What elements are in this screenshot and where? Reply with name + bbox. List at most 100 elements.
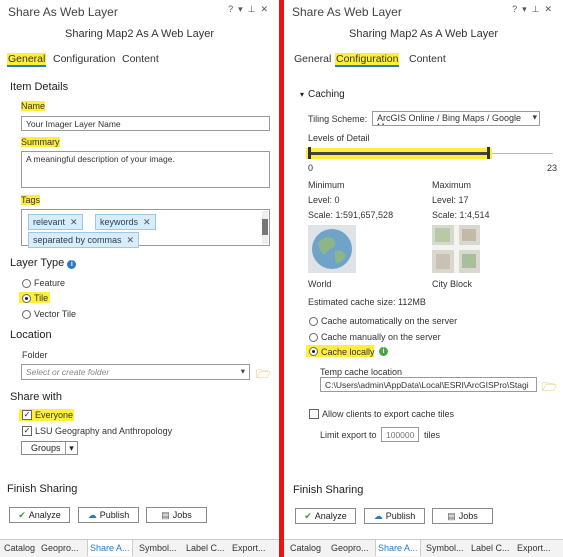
radio-vector-tile[interactable] [22,310,31,319]
jobs-button[interactable]: ▤ Jobs [146,507,207,523]
groups-button[interactable]: Groups ▾ [21,441,78,455]
bottom-tab-bar: Catalog Geopro... Share A... Symbol... L… [0,539,279,557]
remove-tag-icon[interactable]: ✕ [143,217,151,227]
maximum-level: Level: 17 [432,195,469,205]
maximum-scale: Scale: 1:4,514 [432,210,490,220]
tiling-scheme-value: ArcGIS Online / Bing Maps / Google Ma [377,113,522,126]
summary-input[interactable]: A meaningful description of your image. [21,151,270,188]
levels-slider[interactable] [306,147,553,162]
bottom-tab-catalog[interactable]: Catalog [290,543,321,553]
name-label: Name [21,101,46,111]
bottom-tab-geoprocessing[interactable]: Geopro... [331,543,369,553]
tab-configuration[interactable]: Configuration [52,53,116,65]
temp-cache-input[interactable]: C:\Users\admin\AppData\Local\ESRI\ArcGIS… [320,377,537,392]
left-pane: Share As Web Layer ?▾⊥✕ Sharing Map2 As … [0,0,280,557]
analyze-button[interactable]: ✔ Analyze [9,507,70,523]
cloud-icon: ☁ [87,509,97,520]
publish-button[interactable]: ☁ Publish [78,507,139,523]
tiling-scheme-select[interactable]: ArcGIS Online / Bing Maps / Google Ma ▾ [372,111,540,126]
bottom-tab-geoprocessing[interactable]: Geopro... [41,543,79,553]
bottom-tab-export[interactable]: Export... [517,543,551,553]
name-input[interactable]: Your Imager Layer Name [21,116,270,131]
tag-label: keywords [100,217,139,227]
everyone-checkbox[interactable]: ✓ [22,410,32,420]
jobs-button[interactable]: ▤ Jobs [432,508,493,524]
bottom-tab-catalog[interactable]: Catalog [4,543,35,553]
slider-min-label: 0 [308,163,314,173]
right-pane: Share As Web Layer ?▾⊥✕ Sharing Map2 As … [284,0,563,557]
menu-icon[interactable]: ▾ [238,4,248,14]
levels-of-detail-label: Levels of Detail [308,133,370,143]
tab-configuration[interactable]: Configuration [335,53,400,67]
bottom-tab-symbology[interactable]: Symbol... [426,543,464,553]
radio-cache-manual[interactable] [309,333,318,342]
tab-general[interactable]: General [293,53,332,65]
limit-export-label: Limit export to [320,430,377,440]
radio-feature[interactable] [22,279,31,288]
analyze-button[interactable]: ✔ Analyze [295,508,356,524]
bottom-tab-bar: Catalog Geopro... Share A... Symbol... L… [284,539,563,557]
pane-subtitle: Sharing Map2 As A Web Layer [349,28,498,40]
folder-icon[interactable]: 🗁 [256,365,271,386]
tag-chip[interactable]: keywords ✕ [95,214,156,230]
cloud-icon: ☁ [373,510,383,521]
info-icon[interactable]: i [67,260,77,269]
radio-tile[interactable] [22,294,31,303]
caching-heading[interactable]: ▾ Caching [300,89,345,100]
everyone-label: Everyone [35,410,74,420]
pin-icon[interactable]: ⊥ [532,4,545,14]
tab-content[interactable]: Content [408,53,447,65]
tags-label: Tags [21,195,41,205]
radio-cache-auto-label: Cache automatically on the server [321,316,458,326]
tiling-scheme-label: Tiling Scheme: [308,114,368,124]
checkmark-icon: ✔ [18,509,26,520]
tab-general[interactable]: General [7,53,47,67]
info-icon[interactable]: i [379,347,388,356]
pin-icon[interactable]: ⊥ [248,4,261,14]
radio-vector-tile-label: Vector Tile [34,309,77,319]
radio-cache-auto[interactable] [309,317,318,326]
help-icon[interactable]: ? [512,4,522,14]
window-controls[interactable]: ?▾⊥✕ [228,4,273,15]
tag-chip[interactable]: separated by commas ✕ [28,232,140,248]
slider-min-handle[interactable] [308,147,311,159]
bottom-tab-share[interactable]: Share A... [375,540,421,556]
summary-label: Summary [21,137,60,147]
location-heading: Location [10,329,52,341]
bottom-tab-label-class[interactable]: Label C... [186,543,225,553]
tab-content[interactable]: Content [121,53,160,65]
export-tiles-checkbox[interactable] [309,409,319,419]
folder-icon[interactable]: 🗁 [542,378,557,399]
temp-cache-label: Temp cache location [320,367,403,377]
slider-max-handle[interactable] [487,147,490,159]
slider-fill [308,152,487,155]
tags-scrollbar[interactable] [262,211,268,244]
radio-cache-locally[interactable] [309,347,318,356]
remove-tag-icon[interactable]: ✕ [127,235,135,245]
bottom-tab-share[interactable]: Share A... [87,540,133,556]
limit-export-input[interactable]: 100000 [381,427,419,442]
minimum-scale: Scale: 1:591,657,528 [308,210,394,220]
folder-placeholder: Select or create folder [26,367,110,377]
layer-type-heading: Layer Type i [10,257,77,269]
bottom-tab-export[interactable]: Export... [232,543,266,553]
help-icon[interactable]: ? [228,4,238,14]
close-icon[interactable]: ✕ [260,4,273,14]
close-icon[interactable]: ✕ [544,4,557,14]
chevron-down-icon[interactable]: ▾ [300,90,304,99]
remove-tag-icon[interactable]: ✕ [70,217,78,227]
publish-button[interactable]: ☁ Publish [364,508,425,524]
group-label: LSU Geography and Anthropology [35,426,173,436]
menu-icon[interactable]: ▾ [522,4,532,14]
group-checkbox[interactable]: ✓ [22,426,32,436]
tag-chip[interactable]: relevant ✕ [28,214,83,230]
chevron-down-icon[interactable]: ▾ [65,442,77,454]
window-controls[interactable]: ?▾⊥✕ [512,4,557,15]
bottom-tab-symbology[interactable]: Symbol... [139,543,177,553]
chevron-down-icon[interactable]: ▾ [241,366,245,377]
folder-select[interactable]: Select or create folder ▾ [21,364,250,380]
finish-sharing-heading: Finish Sharing [293,484,364,496]
chevron-down-icon[interactable]: ▾ [532,113,537,122]
tag-label: relevant [33,217,66,227]
bottom-tab-label-class[interactable]: Label C... [471,543,510,553]
